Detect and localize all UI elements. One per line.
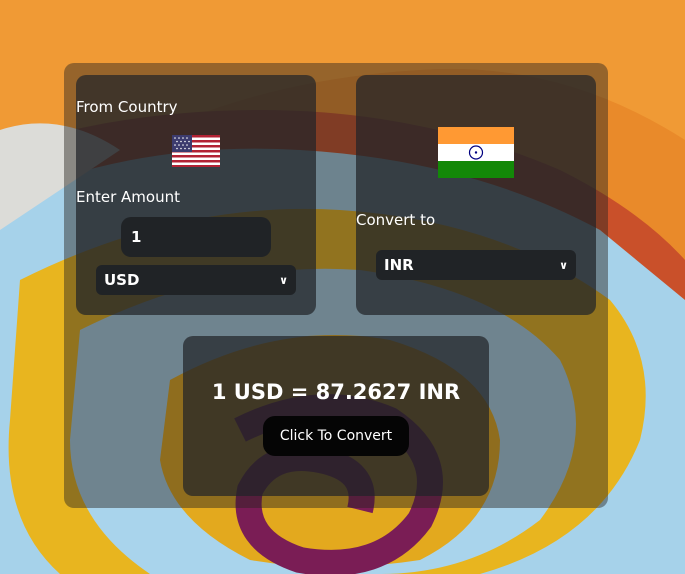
us-flag-icon	[172, 135, 220, 171]
amount-input[interactable]	[121, 217, 271, 257]
chevron-down-icon: ∨	[559, 258, 568, 272]
from-currency-value: USD	[104, 271, 140, 289]
india-flag-icon	[438, 127, 514, 182]
convert-button[interactable]: Click To Convert	[263, 416, 409, 456]
to-currency-value: INR	[384, 256, 414, 274]
chevron-down-icon: ∨	[279, 273, 288, 287]
to-currency-select[interactable]: INR ∨	[376, 250, 576, 280]
convert-to-heading: Convert to	[356, 211, 436, 229]
conversion-result: 1 USD = 87.2627 INR	[211, 380, 461, 404]
from-country-heading: From Country	[76, 98, 178, 116]
enter-amount-label: Enter Amount	[76, 188, 180, 206]
from-currency-select[interactable]: USD ∨	[96, 265, 296, 295]
